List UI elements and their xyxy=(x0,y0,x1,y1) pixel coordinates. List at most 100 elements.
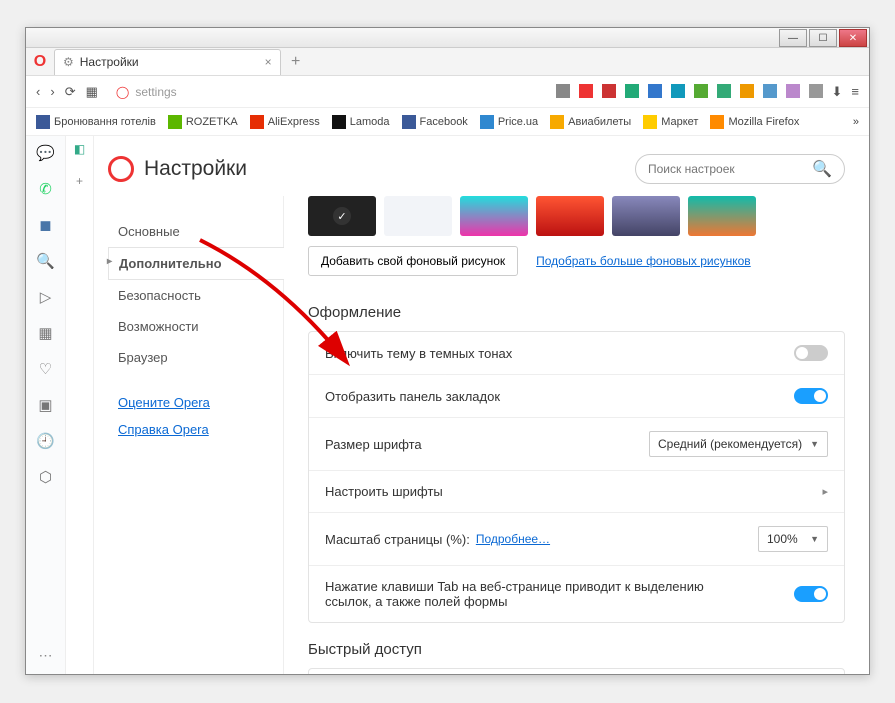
wallpaper-thumb[interactable] xyxy=(536,196,604,236)
extensions-icon[interactable]: ⬡ xyxy=(39,468,52,486)
gear-icon: ⚙ xyxy=(63,55,74,69)
minimize-button[interactable]: — xyxy=(779,29,807,47)
wallpaper-thumb[interactable] xyxy=(384,196,452,236)
wallpaper-thumb[interactable] xyxy=(308,196,376,236)
bookmark-item[interactable]: Маркет xyxy=(643,115,698,129)
browser-tab[interactable]: ⚙ Настройки × xyxy=(54,49,281,75)
extension-icon[interactable] xyxy=(740,84,754,98)
bookmark-item[interactable]: Facebook xyxy=(402,115,468,129)
tab-close-icon[interactable]: × xyxy=(265,55,272,69)
nav-basic[interactable]: Основные xyxy=(108,216,283,247)
speeddial-card: Управлять быстрым доступом ▸ xyxy=(308,668,845,674)
extension-icon[interactable] xyxy=(625,84,639,98)
tab-side-rail: ◧ + xyxy=(66,136,94,674)
extension-icon[interactable] xyxy=(694,84,708,98)
page-zoom-select[interactable]: 100% ▼ xyxy=(758,526,828,552)
menu-icon[interactable]: ≡ xyxy=(851,84,859,100)
close-button[interactable]: ✕ xyxy=(839,29,867,47)
tab-highlight-toggle[interactable] xyxy=(794,586,828,602)
extension-icon[interactable] xyxy=(717,84,731,98)
font-size-select[interactable]: Средний (рекомендуется) ▼ xyxy=(649,431,828,457)
window-titlebar: — ☐ ✕ xyxy=(26,28,869,48)
font-size-row: Размер шрифта Средний (рекомендуется) ▼ xyxy=(309,418,844,471)
settings-nav: Основные Дополнительно Безопасность Возм… xyxy=(94,196,284,674)
chevron-down-icon: ▼ xyxy=(810,534,819,544)
extension-icon[interactable] xyxy=(556,84,570,98)
nav-security[interactable]: Безопасность xyxy=(108,280,283,311)
chevron-right-icon: ▸ xyxy=(822,485,828,498)
new-tab-button[interactable]: + xyxy=(285,51,307,73)
wallpaper-thumb[interactable] xyxy=(688,196,756,236)
settings-search[interactable]: 🔍 xyxy=(635,154,845,184)
bookmark-item[interactable]: Lamoda xyxy=(332,115,390,129)
add-wallpaper-button[interactable]: Добавить свой фоновый рисунок xyxy=(308,246,518,276)
bookmarks-bar: Бронювання готелів ROZETKA AliExpress La… xyxy=(26,108,869,136)
play-icon[interactable]: ▷ xyxy=(40,288,52,306)
extension-icon[interactable] xyxy=(786,84,800,98)
browser-window: — ☐ ✕ O ⚙ Настройки × + ‹ › ⟳ ▦ ◯ settin… xyxy=(25,27,870,675)
translate-icon[interactable]: ◧ xyxy=(74,142,85,156)
whatsapp-icon[interactable]: ✆ xyxy=(39,180,52,198)
zoom-more-link[interactable]: Подробнее… xyxy=(476,532,550,546)
bookmark-item[interactable]: Бронювання готелів xyxy=(36,115,156,129)
extension-icon[interactable] xyxy=(602,84,616,98)
more-wallpapers-link[interactable]: Подобрать больше фоновых рисунков xyxy=(536,254,751,268)
search-icon: 🔍 xyxy=(812,159,832,179)
back-icon[interactable]: ‹ xyxy=(36,84,40,99)
tab-title: Настройки xyxy=(80,55,139,69)
dark-theme-toggle[interactable] xyxy=(794,345,828,361)
settings-header: Настройки 🔍 xyxy=(94,136,869,196)
extension-icon[interactable] xyxy=(763,84,777,98)
opera-logo-icon xyxy=(108,156,134,182)
news-icon[interactable]: ▣ xyxy=(38,396,52,414)
opera-badge-icon: ◯ xyxy=(116,85,129,99)
manage-speeddial-row[interactable]: Управлять быстрым доступом ▸ xyxy=(309,669,844,674)
nav-features[interactable]: Возможности xyxy=(108,311,283,342)
opera-menu-icon[interactable]: O xyxy=(26,53,54,71)
apps-icon[interactable]: ▦ xyxy=(38,324,52,342)
configure-fonts-row[interactable]: Настроить шрифты ▸ xyxy=(309,471,844,513)
appearance-card: Включить тему в темных тонах Отобразить … xyxy=(308,331,845,623)
extension-icon[interactable] xyxy=(579,84,593,98)
search-input[interactable] xyxy=(648,162,812,176)
forward-icon[interactable]: › xyxy=(50,84,54,99)
bookmark-item[interactable]: ROZETKA xyxy=(168,115,238,129)
history-icon[interactable]: 🕘 xyxy=(36,432,55,450)
nav-browser[interactable]: Браузер xyxy=(108,342,283,373)
messenger-icon[interactable]: 💬 xyxy=(36,144,55,162)
extension-icon[interactable] xyxy=(648,84,662,98)
tab-highlight-row: Нажатие клавиши Tab на веб-странице прив… xyxy=(309,566,844,622)
settings-page: Настройки 🔍 Основные Дополнительно Безоп… xyxy=(94,136,869,674)
wallpaper-actions: Добавить свой фоновый рисунок Подобрать … xyxy=(308,246,845,276)
bookmark-item[interactable]: AliExpress xyxy=(250,115,320,129)
search-icon[interactable]: 🔍 xyxy=(36,252,55,270)
download-icon[interactable]: ⬇ xyxy=(832,84,843,100)
extension-icon[interactable] xyxy=(809,84,823,98)
show-bookmarks-toggle[interactable] xyxy=(794,388,828,404)
url-text: settings xyxy=(135,85,176,99)
bookmark-item[interactable]: Авиабилеты xyxy=(550,115,631,129)
page-zoom-row: Масштаб страницы (%): Подробнее… 100% ▼ xyxy=(309,513,844,566)
page-title: Настройки xyxy=(144,157,247,181)
wallpaper-thumb[interactable] xyxy=(612,196,680,236)
left-sidebar-rail: 💬 ✆ ◼ 🔍 ▷ ▦ ♡ ▣ 🕘 ⬡ ⋯ xyxy=(26,136,66,674)
maximize-button[interactable]: ☐ xyxy=(809,29,837,47)
chevron-down-icon: ▼ xyxy=(810,439,819,449)
bookmark-item[interactable]: Price.ua xyxy=(480,115,538,129)
speed-dial-icon[interactable]: ▦ xyxy=(86,84,98,100)
help-opera-link[interactable]: Справка Opera xyxy=(108,416,283,443)
tab-strip: O ⚙ Настройки × + xyxy=(26,48,869,76)
nav-advanced[interactable]: Дополнительно xyxy=(108,247,284,280)
wallpaper-thumb[interactable] xyxy=(460,196,528,236)
rate-opera-link[interactable]: Оцените Opera xyxy=(108,389,283,416)
more-icon[interactable]: ⋯ xyxy=(39,647,53,664)
reload-icon[interactable]: ⟳ xyxy=(65,84,76,100)
bookmarks-overflow-icon[interactable]: » xyxy=(853,116,859,128)
extension-icon[interactable] xyxy=(671,84,685,98)
address-bar[interactable]: ◯ settings xyxy=(116,85,177,99)
bookmark-item[interactable]: Mozilla Firefox xyxy=(710,115,799,129)
vk-icon[interactable]: ◼ xyxy=(39,216,51,234)
heart-icon[interactable]: ♡ xyxy=(39,360,52,378)
appearance-heading: Оформление xyxy=(308,304,845,321)
add-panel-icon[interactable]: + xyxy=(76,174,83,188)
